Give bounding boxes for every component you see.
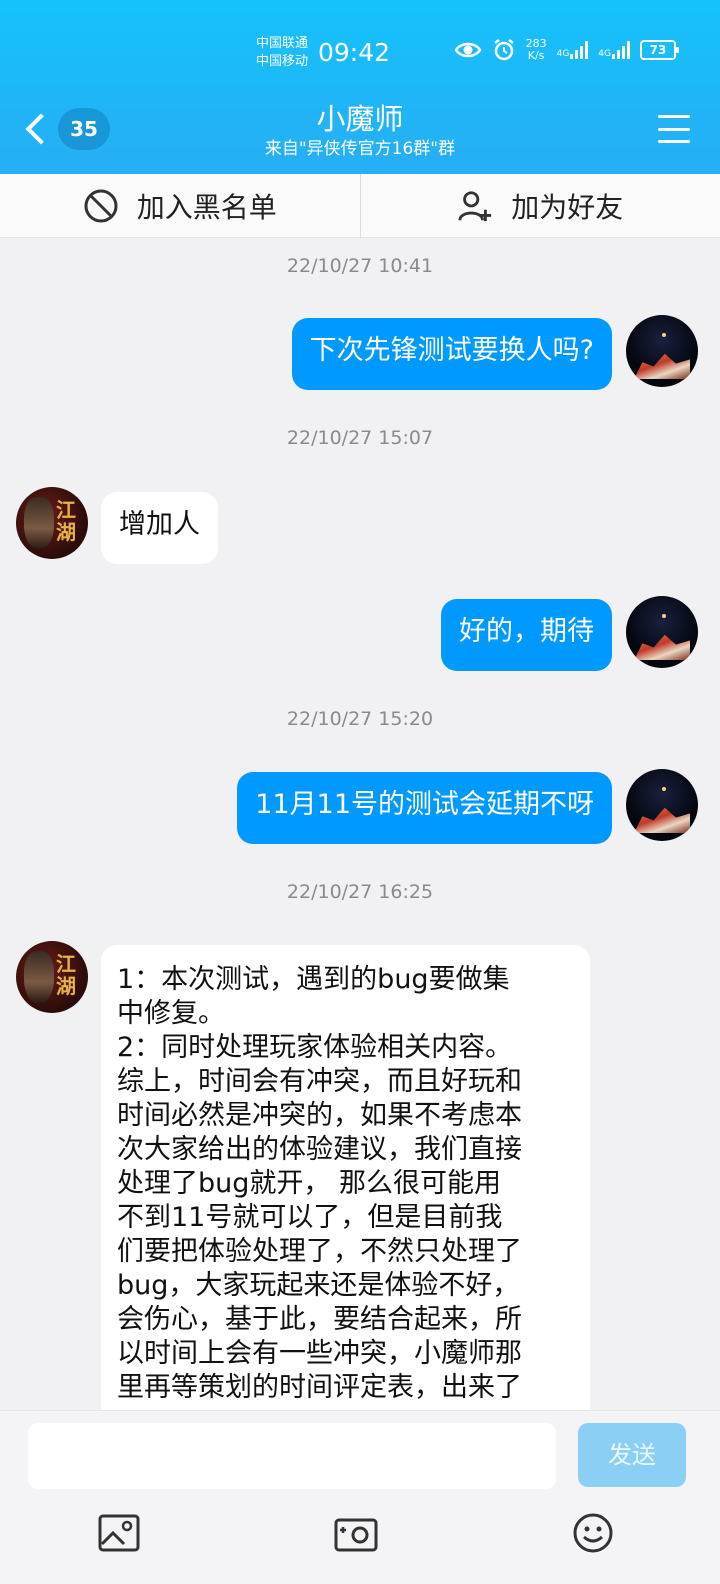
signal-bars-icon [570,41,589,59]
add-user-icon [457,188,493,224]
blacklist-label: 加入黑名单 [136,190,277,224]
timestamp: 22/10/27 10:41 [286,255,434,277]
avatar-self[interactable] [626,769,698,841]
carrier-info: 中国联通 中国移动 [256,35,308,71]
send-button[interactable]: 发送 [578,1423,686,1487]
message-bubble-sent[interactable]: 下次先锋测试要换人吗? [291,318,612,390]
net-type-1: 4G [556,49,570,59]
avatar-self[interactable] [626,315,698,387]
chat-screen: 中国联通 中国移动 09:42 283 K/s 4G 4G 73 35 小魔师 … [0,0,720,1584]
avatar-contact-glyph: 江湖 [56,498,76,544]
network-speed: 283 K/s [526,38,547,62]
avatar-contact-glyph: 江湖 [56,952,76,998]
menu-button[interactable] [658,115,690,143]
camera-button[interactable] [334,1511,378,1555]
image-button[interactable] [97,1511,141,1555]
eye-icon [454,42,482,58]
message-bubble-received[interactable]: 1：本次测试，遇到的bug要做集 中修复。 2：同时处理玩家体验相关内容。 综上… [101,945,590,1465]
signal-bars-icon [612,41,630,59]
message-input[interactable] [28,1423,556,1489]
block-icon [83,188,119,224]
speed-unit: K/s [527,49,545,62]
message-bubble-sent[interactable]: 好的，期待 [441,599,612,671]
timestamp: 22/10/27 15:07 [286,427,434,449]
chat-subtitle: 来自"异侠传官方16群"群 [264,139,456,159]
camera-icon [334,1518,378,1552]
status-time: 09:42 [318,38,391,67]
message-bubble-sent[interactable]: 11月11号的测试会延期不呀 [237,772,612,844]
avatar-self[interactable] [626,596,698,668]
chat-header: 小魔师 来自"异侠传官方16群"群 [0,100,720,160]
avatar-contact[interactable]: 江湖 [16,487,88,559]
status-icons: 283 K/s 4G 4G 73 [454,38,679,62]
action-bar: 加入黑名单 加为好友 [0,174,720,238]
emoji-button[interactable] [571,1511,615,1555]
add-friend-button[interactable]: 加为好友 [359,174,720,237]
blacklist-button[interactable]: 加入黑名单 [0,174,360,237]
timestamp: 22/10/27 16:25 [286,881,434,903]
signal-1: 4G [557,41,589,59]
top-bar: 中国联通 中国移动 09:42 283 K/s 4G 4G 73 35 小魔师 … [0,0,720,174]
input-bar: 发送 [0,1410,720,1584]
add-friend-label: 加为好友 [511,190,624,224]
message-text: 1：本次测试，遇到的bug要做集 中修复。 2：同时处理玩家体验相关内容。 综上… [117,964,522,1403]
net-type-2: 4G [598,49,611,59]
emoji-icon [573,1513,613,1553]
timestamp: 22/10/27 15:20 [286,708,434,730]
hamburger-menu-icon [658,115,690,118]
chat-title: 小魔师 [316,102,404,136]
avatar-contact[interactable]: 江湖 [16,941,88,1013]
signal-2: 4G [598,41,630,59]
alarm-icon [493,39,514,61]
image-icon [98,1514,140,1552]
battery-indicator: 73 [640,40,679,60]
carrier-2: 中国移动 [256,54,309,69]
carrier-1: 中国联通 [256,36,309,51]
message-bubble-received[interactable]: 增加人 [101,492,218,564]
